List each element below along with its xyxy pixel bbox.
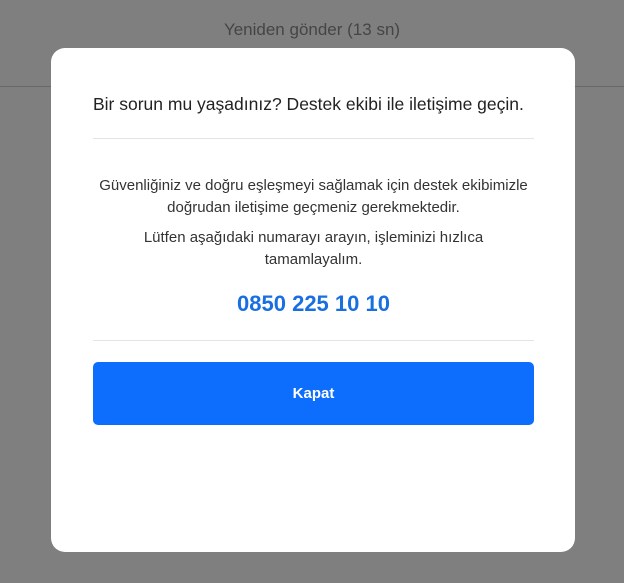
support-dialog: Bir sorun mu yaşadınız? Destek ekibi ile… — [51, 48, 575, 552]
call-instruction: Lütfen aşağıdaki numarayı arayın, işlemi… — [143, 229, 484, 268]
close-button[interactable]: Kapat — [93, 362, 534, 425]
security-message: Güvenliğiniz ve doğru eşleşmeyi sağlamak… — [99, 177, 528, 216]
divider — [93, 340, 534, 341]
dialog-title: Bir sorun mu yaşadınız? Destek ekibi ile… — [93, 94, 524, 114]
divider — [93, 138, 534, 139]
support-phone-number[interactable]: 0850 225 10 10 — [93, 290, 534, 318]
